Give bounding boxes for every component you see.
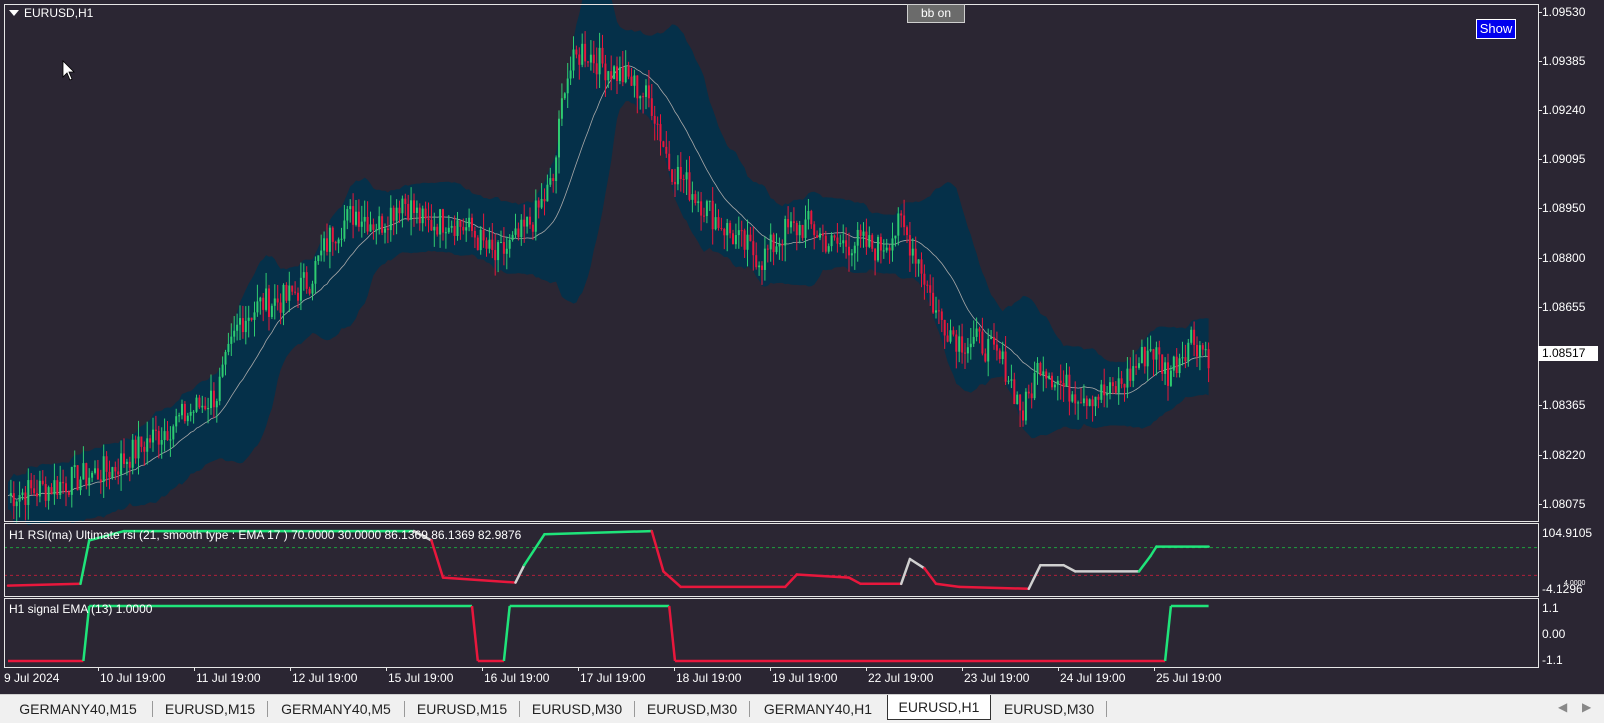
- tab-germany40-h1[interactable]: GERMANY40,H1: [750, 698, 886, 720]
- chart-tab-bar: GERMANY40,M15 EURUSD,M15 GERMANY40,M5 EU…: [0, 694, 1604, 723]
- rsi-indicator-title: H1 RSI(ma) Ultimate rsi (21, smooth type…: [9, 528, 522, 542]
- time-label: 11 Jul 19:00: [196, 671, 261, 685]
- rsi-axis-min: -4.1296: [1542, 582, 1583, 596]
- tab-eurusd-m30-3[interactable]: EURUSD,M30: [992, 698, 1106, 720]
- time-label: 12 Jul 19:00: [292, 671, 358, 685]
- price-label: 1.08075: [1542, 497, 1586, 511]
- signal-indicator-title: H1 signal EMA (13) 1.0000: [9, 602, 153, 616]
- price-label: 1.09385: [1542, 54, 1586, 68]
- tab-germany40-m15[interactable]: GERMANY40,M15: [4, 698, 152, 720]
- tab-eurusd-m30[interactable]: EURUSD,M30: [520, 698, 634, 720]
- price-label: 1.08950: [1542, 201, 1586, 215]
- tab-scroll-left-icon[interactable]: ◀: [1558, 700, 1567, 714]
- time-label: 9 Jul 2024: [4, 671, 60, 685]
- time-label: 25 Jul 19:00: [1156, 671, 1222, 685]
- price-axis: 1.09530 1.09385 1.09240 1.09095 1.08950 …: [1538, 0, 1604, 522]
- chart-area[interactable]: EURUSD,H1 bb on Show 1.09530 1.09385 1.0…: [0, 0, 1604, 694]
- symbol-title[interactable]: EURUSD,H1: [9, 6, 93, 20]
- time-label: 24 Jul 19:00: [1060, 671, 1126, 685]
- time-label: 22 Jul 19:00: [868, 671, 934, 685]
- main-pane-frame: [4, 4, 1539, 522]
- time-label: 18 Jul 19:00: [676, 671, 742, 685]
- price-label: 1.08800: [1542, 251, 1586, 265]
- collapse-triangle-icon[interactable]: [9, 10, 19, 16]
- price-label: 1.09095: [1542, 152, 1586, 166]
- signal-axis-label: 0.00: [1542, 627, 1566, 641]
- price-label: 1.08220: [1542, 448, 1586, 462]
- show-button[interactable]: Show: [1476, 19, 1516, 39]
- time-label: 17 Jul 19:00: [580, 671, 646, 685]
- time-label: 19 Jul 19:00: [772, 671, 838, 685]
- tab-eurusd-h1[interactable]: EURUSD,H1: [887, 695, 991, 720]
- tab-eurusd-m15[interactable]: EURUSD,M15: [153, 698, 267, 720]
- price-label: 1.09240: [1542, 103, 1586, 117]
- time-label: 23 Jul 19:00: [964, 671, 1030, 685]
- signal-axis-label: -1.1: [1542, 653, 1563, 667]
- tab-germany40-m5[interactable]: GERMANY40,M5: [268, 698, 404, 720]
- price-label: 1.08655: [1542, 300, 1586, 314]
- rsi-axis-max: 104.9105: [1542, 526, 1593, 540]
- price-label: 1.09530: [1542, 5, 1586, 19]
- time-label: 15 Jul 19:00: [388, 671, 454, 685]
- time-label: 16 Jul 19:00: [484, 671, 550, 685]
- symbol-title-text: EURUSD,H1: [24, 6, 94, 20]
- tab-scroll-right-icon[interactable]: ▶: [1582, 700, 1591, 714]
- signal-axis-label: 1.1: [1542, 601, 1559, 615]
- current-price-label: 1.08517: [1538, 346, 1598, 361]
- tab-eurusd-m15-2[interactable]: EURUSD,M15: [405, 698, 519, 720]
- bb-toggle-button[interactable]: bb on: [907, 4, 965, 23]
- time-label: 10 Jul 19:00: [100, 671, 166, 685]
- signal-pane-frame: [4, 598, 1539, 668]
- tab-eurusd-m30-2[interactable]: EURUSD,M30: [635, 698, 749, 720]
- price-label: 1.08365: [1542, 398, 1586, 412]
